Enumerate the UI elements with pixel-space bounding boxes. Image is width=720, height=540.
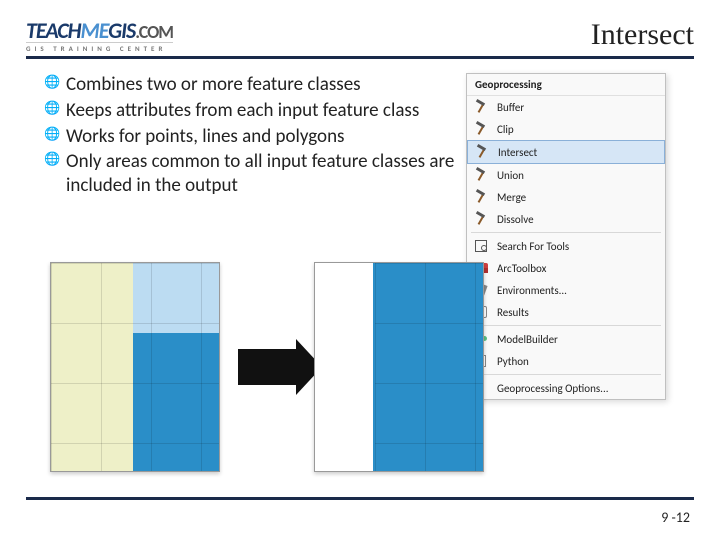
bullet-item: Works for points, lines and polygons xyxy=(46,125,466,149)
hammer-icon xyxy=(473,121,489,137)
bullet-item: Combines two or more feature classes xyxy=(46,73,466,97)
geoprocessing-menu: Geoprocessing Buffer Clip Intersect Unio… xyxy=(466,73,666,400)
menu-item-search[interactable]: Search For Tools xyxy=(467,235,665,257)
menu-item-results[interactable]: Results xyxy=(467,301,665,323)
menu-item-clip[interactable]: Clip xyxy=(467,118,665,140)
logo-part-gis: GIS xyxy=(108,17,135,44)
menu-label: Dissolve xyxy=(497,213,534,226)
logo-part-dotcom: .COM xyxy=(135,21,173,43)
bottom-divider xyxy=(26,497,694,500)
menu-separator xyxy=(471,325,661,326)
menu-item-modelbuilder[interactable]: ModelBuilder xyxy=(467,328,665,350)
menu-separator xyxy=(471,374,661,375)
menu-item-arctoolbox[interactable]: ArcToolbox xyxy=(467,257,665,279)
menu-label: ArcToolbox xyxy=(497,262,546,275)
arrow-icon xyxy=(238,349,296,385)
menu-item-intersect[interactable]: Intersect xyxy=(467,140,665,164)
menu-label: Results xyxy=(497,306,529,319)
menu-label: Python xyxy=(497,355,529,368)
menu-item-union[interactable]: Union xyxy=(467,164,665,186)
menu-label: Geoprocessing Options... xyxy=(497,382,609,395)
menu-item-buffer[interactable]: Buffer xyxy=(467,96,665,118)
bullet-item: Only areas common to all input feature c… xyxy=(46,150,466,198)
hammer-icon xyxy=(473,167,489,183)
menu-separator xyxy=(471,232,661,233)
menu-label: Merge xyxy=(497,191,526,204)
page-number: 9 -12 xyxy=(661,509,690,526)
hammer-icon xyxy=(473,211,489,227)
bullet-item: Keeps attributes from each input feature… xyxy=(46,99,466,123)
menu-label: Environments... xyxy=(497,284,567,297)
search-icon xyxy=(473,238,489,254)
menu-item-gp-options[interactable]: Geoprocessing Options... xyxy=(467,377,665,399)
menu-item-environments[interactable]: Environments... xyxy=(467,279,665,301)
menu-label: Intersect xyxy=(498,146,537,159)
menu-label: Search For Tools xyxy=(497,240,569,253)
logo-part-me: ME xyxy=(81,17,109,44)
menu-label: Clip xyxy=(497,123,514,136)
slide-title: Intersect xyxy=(591,18,694,52)
hammer-icon xyxy=(473,99,489,115)
hammer-icon xyxy=(473,189,489,205)
logo-subtitle: GIS TRAINING CENTER xyxy=(26,42,173,52)
menu-header: Geoprocessing xyxy=(467,74,665,96)
input-map-image xyxy=(50,262,220,472)
menu-label: Union xyxy=(497,169,524,182)
menu-item-python[interactable]: Python xyxy=(467,350,665,372)
logo: TEACHMEGIS.COM GIS TRAINING CENTER xyxy=(26,20,173,52)
slide-header: TEACHMEGIS.COM GIS TRAINING CENTER Inter… xyxy=(26,18,694,59)
logo-part-teach: TEACH xyxy=(26,17,81,44)
illustration-row xyxy=(50,262,484,472)
menu-item-dissolve[interactable]: Dissolve xyxy=(467,208,665,230)
menu-label: Buffer xyxy=(497,101,524,114)
menu-label: ModelBuilder xyxy=(497,333,558,346)
output-map-image xyxy=(314,262,484,472)
hammer-icon xyxy=(474,144,490,160)
menu-item-merge[interactable]: Merge xyxy=(467,186,665,208)
